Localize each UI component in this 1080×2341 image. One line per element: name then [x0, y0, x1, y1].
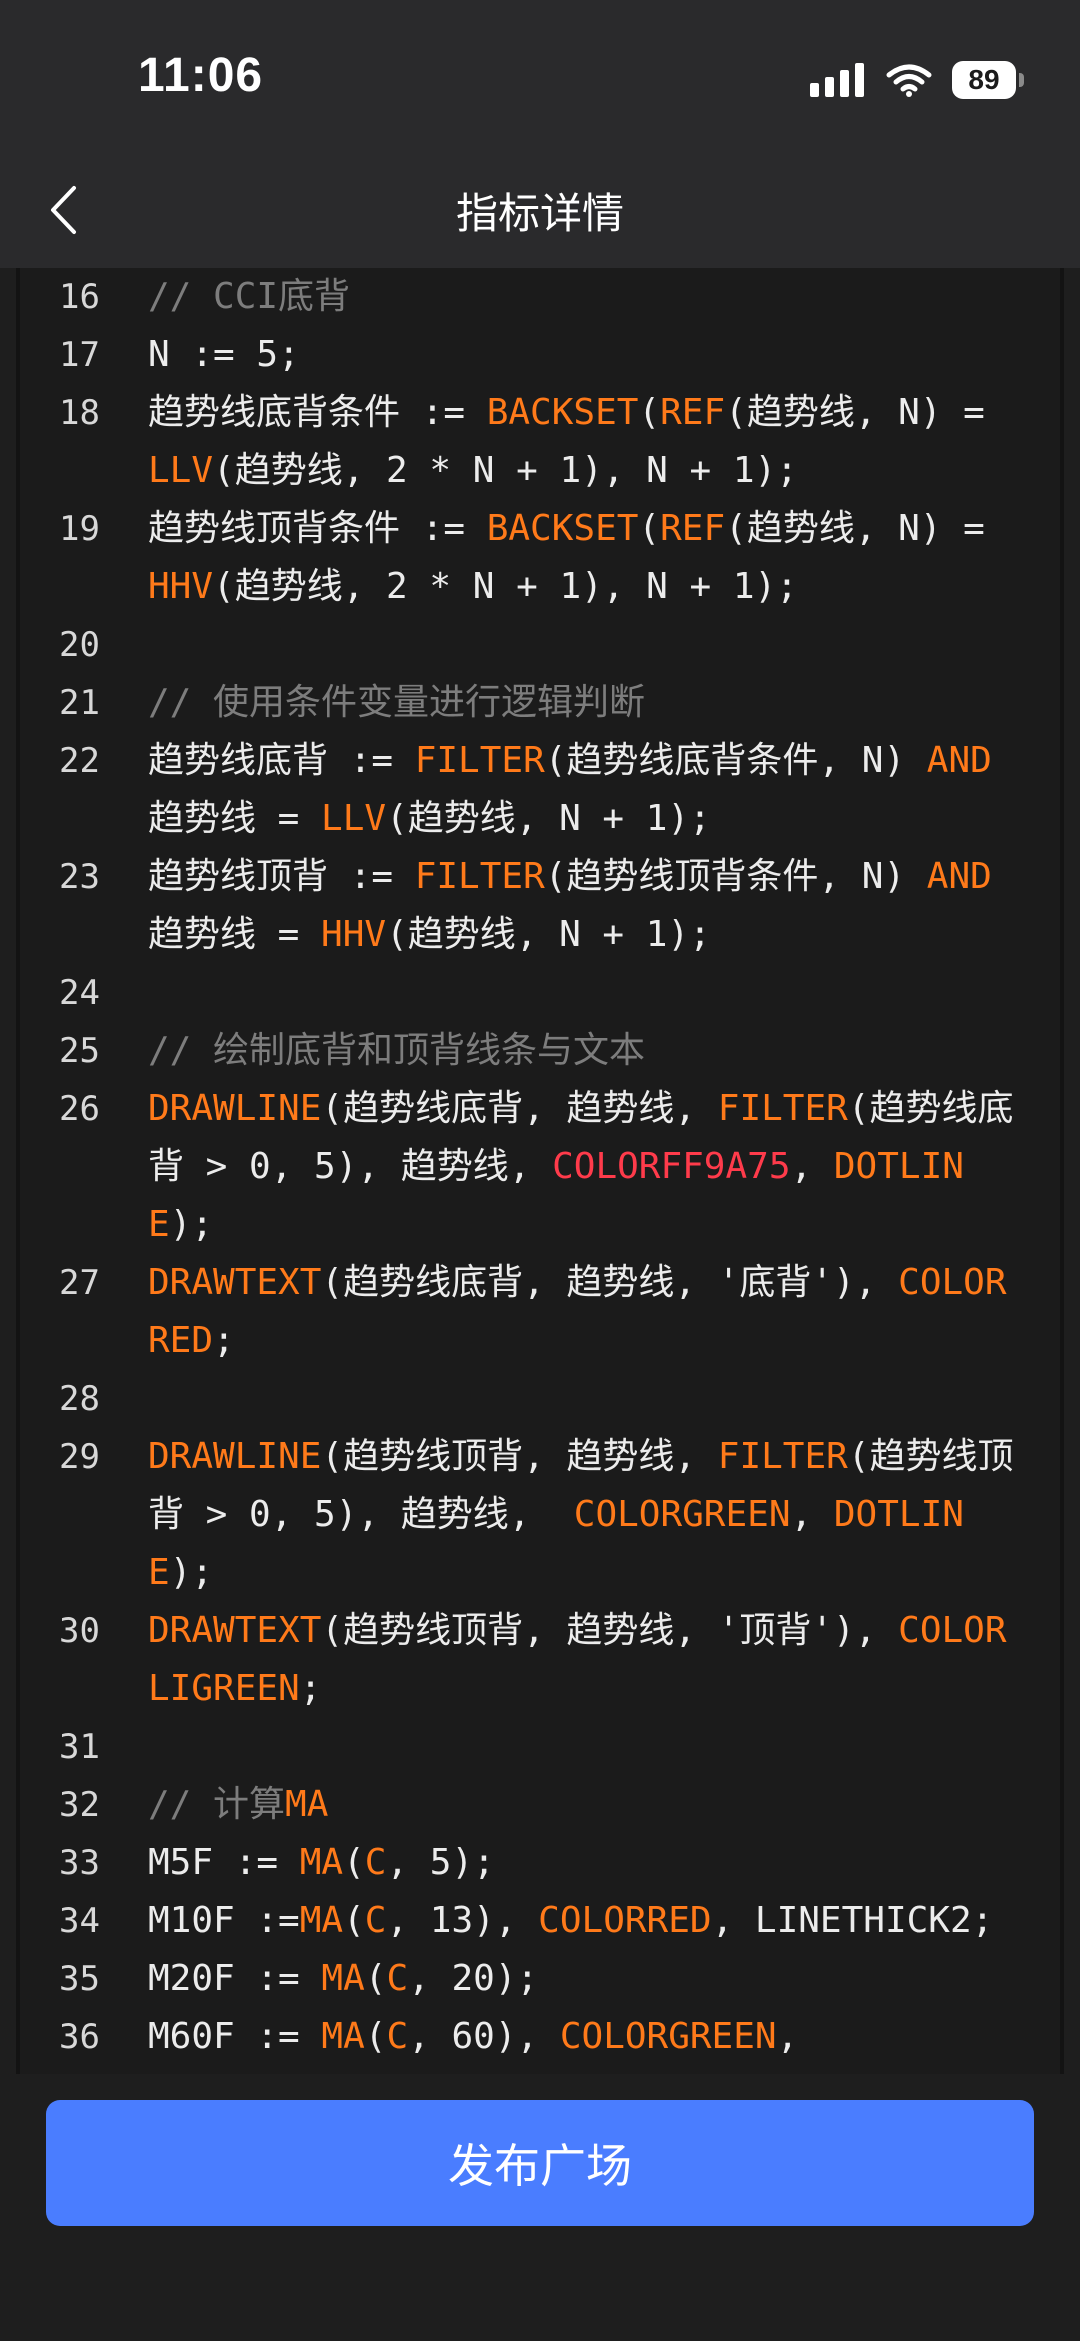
line-number: 25 — [59, 1031, 100, 1071]
code-line: 17 N := 5; — [16, 326, 1064, 384]
code-text: // CCI底背 — [148, 276, 351, 317]
code-line: 21 // 使用条件变量进行逻辑判断 — [16, 674, 1064, 732]
line-number: 31 — [59, 1727, 100, 1767]
code-line: 36 M60F := MA(C, 60), COLORGREEN, — [16, 2008, 1064, 2066]
code-text: M5F := MA(C, 5); — [148, 1842, 495, 1883]
code-text: DRAWTEXT(趋势线底背, 趋势线, '底背'), COLORRED; — [148, 1262, 1007, 1361]
code-text: DRAWLINE(趋势线底背, 趋势线, FILTER(趋势线底背 > 0, 5… — [148, 1088, 1014, 1245]
code-line: 27 DRAWTEXT(趋势线底背, 趋势线, '底背'), COLORRED; — [16, 1254, 1064, 1370]
bottom-bar: 发布广场 — [0, 2074, 1080, 2341]
line-number: 29 — [59, 1437, 100, 1477]
code-text: 趋势线底背 := FILTER(趋势线底背条件, N) AND 趋势线 = LL… — [148, 740, 1014, 839]
line-number: 20 — [59, 625, 100, 665]
code-viewer[interactable]: 16 // CCI底背 17 N := 5; 18 趋势线底背条件 := BACKSET(… — [16, 268, 1064, 2074]
code-line: 25 // 绘制底背和顶背线条与文本 — [16, 1022, 1064, 1080]
battery-indicator: 89 — [952, 61, 1024, 99]
signal-icon — [810, 63, 864, 97]
nav-bar: 指标详情 — [0, 150, 1080, 268]
code-text: M60F := MA(C, 60), COLORGREEN, — [148, 2016, 799, 2057]
line-number: 21 — [59, 683, 100, 723]
code-line: 35 M20F := MA(C, 20); — [16, 1950, 1064, 2008]
code-line: 26 DRAWLINE(趋势线底背, 趋势线, FILTER(趋势线底背 > 0,… — [16, 1080, 1064, 1254]
line-number: 16 — [59, 277, 100, 317]
code-text: M20F := MA(C, 20); — [148, 1958, 539, 1999]
code-content: 16 // CCI底背 17 N := 5; 18 趋势线底背条件 := BACKSET(… — [16, 268, 1064, 2066]
line-number: 34 — [59, 1901, 100, 1941]
code-line: 22 趋势线底背 := FILTER(趋势线底背条件, N) AND 趋势线 = … — [16, 732, 1064, 848]
line-number: 28 — [59, 1379, 100, 1419]
line-number: 30 — [59, 1611, 100, 1651]
code-line: 28 — [16, 1370, 1064, 1428]
publish-button[interactable]: 发布广场 — [46, 2100, 1034, 2226]
line-number: 36 — [59, 2017, 100, 2057]
line-number: 18 — [59, 393, 100, 433]
code-text: 趋势线顶背 := FILTER(趋势线顶背条件, N) AND 趋势线 = HH… — [148, 856, 1014, 955]
code-text: // 使用条件变量进行逻辑判断 — [148, 682, 646, 723]
page-title: 指标详情 — [455, 190, 624, 237]
line-number: 22 — [59, 741, 100, 781]
code-line: 33 M5F := MA(C, 5); — [16, 1834, 1064, 1892]
status-time: 11:06 — [138, 49, 264, 102]
code-line: 32 // 计算MA — [16, 1776, 1064, 1834]
code-line: 16 // CCI底背 — [16, 268, 1064, 326]
wifi-icon — [886, 64, 932, 97]
line-number: 24 — [59, 973, 100, 1013]
line-number: 17 — [59, 335, 100, 375]
code-line: 31 — [16, 1718, 1064, 1776]
code-line: 30 DRAWTEXT(趋势线顶背, 趋势线, '顶背'), COLORLIGRE… — [16, 1602, 1064, 1718]
line-number: 32 — [59, 1785, 100, 1825]
code-line: 24 — [16, 964, 1064, 1022]
code-line: 23 趋势线顶背 := FILTER(趋势线顶背条件, N) AND 趋势线 = … — [16, 848, 1064, 964]
code-text: // 计算MA — [148, 1784, 329, 1825]
code-text: DRAWLINE(趋势线顶背, 趋势线, FILTER(趋势线顶背 > 0, 5… — [148, 1436, 1014, 1593]
line-number: 19 — [59, 509, 100, 549]
line-number: 27 — [59, 1263, 100, 1303]
code-text: N := 5; — [148, 334, 300, 375]
line-number: 26 — [59, 1089, 100, 1129]
line-number: 23 — [59, 857, 100, 897]
code-text: DRAWTEXT(趋势线顶背, 趋势线, '顶背'), COLORLIGREEN… — [148, 1610, 1007, 1709]
code-line: 29 DRAWLINE(趋势线顶背, 趋势线, FILTER(趋势线顶背 > 0,… — [16, 1428, 1064, 1602]
status-icons: 89 — [810, 56, 1024, 104]
code-text: M10F :=MA(C, 13), COLORRED, LINETHICK2; — [148, 1900, 994, 1941]
line-number: 35 — [59, 1959, 100, 1999]
code-line: 18 趋势线底背条件 := BACKSET(REF(趋势线, N) = LLV(趋… — [16, 384, 1064, 500]
code-text: // 绘制底背和顶背线条与文本 — [148, 1030, 646, 1071]
line-number: 33 — [59, 1843, 100, 1883]
status-bar: 11:06 89 — [0, 0, 1080, 150]
code-line: 34 M10F :=MA(C, 13), COLORRED, LINETHICK2… — [16, 1892, 1064, 1950]
code-line: 20 — [16, 616, 1064, 674]
code-text: 趋势线底背条件 := BACKSET(REF(趋势线, N) = LLV(趋势线… — [148, 392, 1007, 491]
code-line: 19 趋势线顶背条件 := BACKSET(REF(趋势线, N) = HHV(趋… — [16, 500, 1064, 616]
code-text: 趋势线顶背条件 := BACKSET(REF(趋势线, N) = HHV(趋势线… — [148, 508, 1007, 607]
